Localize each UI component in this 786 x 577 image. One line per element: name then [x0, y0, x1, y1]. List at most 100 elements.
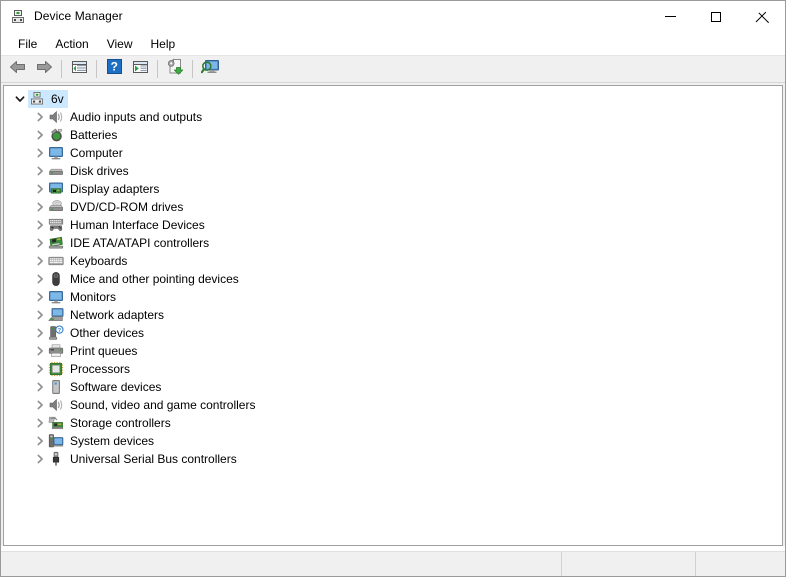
- ide-controller-icon: [48, 235, 64, 251]
- tree-item-print-queues[interactable]: Print queues: [4, 342, 782, 360]
- chevron-right-icon[interactable]: [32, 432, 48, 450]
- monitor-icon: [48, 289, 64, 305]
- scan-hardware-changes-button[interactable]: [198, 58, 222, 80]
- minimize-button[interactable]: [647, 1, 693, 32]
- mouse-icon: [48, 271, 64, 287]
- processor-chip-icon: [48, 361, 64, 377]
- tree-item-dvd-cd-rom-drives[interactable]: DVD/CD-ROM drives: [4, 198, 782, 216]
- dvd-drive-icon: [48, 199, 64, 215]
- toolbar-separator: [96, 60, 97, 78]
- maximize-button[interactable]: [693, 1, 739, 32]
- tree-root-label: 6v: [51, 92, 64, 106]
- chevron-right-icon[interactable]: [32, 108, 48, 126]
- tree-item-software-devices[interactable]: Software devices: [4, 378, 782, 396]
- chevron-right-icon[interactable]: [32, 180, 48, 198]
- status-bar: [1, 551, 785, 576]
- chevron-down-icon[interactable]: [12, 90, 28, 108]
- chevron-right-icon[interactable]: [32, 270, 48, 288]
- tree-item-processors[interactable]: Processors: [4, 360, 782, 378]
- menu-action[interactable]: Action: [46, 34, 97, 54]
- tree-item-universal-serial-bus-controllers[interactable]: Universal Serial Bus controllers: [4, 450, 782, 468]
- chevron-right-icon[interactable]: [32, 396, 48, 414]
- properties-button[interactable]: [128, 58, 152, 80]
- keyboard-icon: [48, 253, 64, 269]
- chevron-right-icon[interactable]: [32, 306, 48, 324]
- menu-file[interactable]: File: [9, 34, 46, 54]
- tree-item-batteries[interactable]: Batteries: [4, 126, 782, 144]
- device-tree[interactable]: 6v Audio inputs and outputs Batteries Co…: [3, 85, 783, 546]
- tree-item-label: Software devices: [70, 380, 162, 394]
- chevron-right-icon[interactable]: [32, 414, 48, 432]
- chevron-right-icon[interactable]: [32, 288, 48, 306]
- chevron-right-icon[interactable]: [32, 216, 48, 234]
- chevron-right-icon[interactable]: [32, 360, 48, 378]
- window-controls: [647, 1, 785, 32]
- update-driver-icon: [166, 58, 184, 80]
- tree-item-mice-and-other-pointing-devices[interactable]: Mice and other pointing devices: [4, 270, 782, 288]
- chevron-right-icon[interactable]: [32, 126, 48, 144]
- chevron-right-icon[interactable]: [32, 198, 48, 216]
- storage-controller-icon: [48, 415, 64, 431]
- show-hide-console-tree-button[interactable]: [67, 58, 91, 80]
- tree-item-label: Network adapters: [70, 308, 165, 322]
- tree-item-label: Keyboards: [70, 254, 128, 268]
- chevron-right-icon[interactable]: [32, 324, 48, 342]
- chevron-right-icon[interactable]: [32, 378, 48, 396]
- tree-item-display-adapters[interactable]: Display adapters: [4, 180, 782, 198]
- other-device-question-icon: ?: [48, 325, 64, 341]
- chevron-right-icon[interactable]: [32, 252, 48, 270]
- tree-item-label: Batteries: [70, 128, 118, 142]
- close-button[interactable]: [739, 1, 785, 32]
- forward-arrow-icon: [35, 59, 53, 80]
- tree-item-other-devices[interactable]: ? Other devices: [4, 324, 782, 342]
- title-bar: Device Manager: [1, 1, 785, 33]
- printer-icon: [48, 343, 64, 359]
- tree-item-human-interface-devices[interactable]: Human Interface Devices: [4, 216, 782, 234]
- chevron-right-icon[interactable]: [32, 234, 48, 252]
- tree-item-network-adapters[interactable]: Network adapters: [4, 306, 782, 324]
- tree-item-disk-drives[interactable]: Disk drives: [4, 162, 782, 180]
- help-question-icon: ?: [106, 59, 122, 79]
- monitor-icon: [48, 145, 64, 161]
- device-manager-window: Device Manager File Action View Help ? 6…: [0, 0, 786, 577]
- chevron-right-icon[interactable]: [32, 144, 48, 162]
- tree-item-system-devices[interactable]: System devices: [4, 432, 782, 450]
- tree-item-ide-ata-atapi-controllers[interactable]: IDE ATA/ATAPI controllers: [4, 234, 782, 252]
- tree-item-audio-inputs-and-outputs[interactable]: Audio inputs and outputs: [4, 108, 782, 126]
- tree-item-label: Human Interface Devices: [70, 218, 205, 232]
- toolbar: ?: [1, 56, 785, 83]
- tree-item-keyboards[interactable]: Keyboards: [4, 252, 782, 270]
- tree-item-monitors[interactable]: Monitors: [4, 288, 782, 306]
- hid-gamepad-icon: [48, 217, 64, 233]
- tree-item-sound-video-and-game-controllers[interactable]: Sound, video and game controllers: [4, 396, 782, 414]
- back-button[interactable]: [6, 58, 30, 80]
- tree-item-label: IDE ATA/ATAPI controllers: [70, 236, 210, 250]
- tree-root-node[interactable]: 6v: [4, 90, 782, 108]
- tree-item-storage-controllers[interactable]: Storage controllers: [4, 414, 782, 432]
- device-manager-icon: [10, 9, 26, 25]
- tree-item-label: Computer: [70, 146, 123, 160]
- tree-item-label: Disk drives: [70, 164, 129, 178]
- tree-item-computer[interactable]: Computer: [4, 144, 782, 162]
- close-icon: [757, 11, 768, 22]
- tree-item-label: Print queues: [70, 344, 138, 358]
- chevron-right-icon[interactable]: [32, 450, 48, 468]
- tree-item-label: Processors: [70, 362, 131, 376]
- chevron-right-icon[interactable]: [32, 342, 48, 360]
- chevron-right-icon[interactable]: [32, 162, 48, 180]
- menu-help[interactable]: Help: [142, 34, 185, 54]
- tree-root-selection[interactable]: 6v: [28, 90, 68, 108]
- system-device-icon: [48, 433, 64, 449]
- status-pane-secondary: [562, 552, 696, 576]
- menu-view[interactable]: View: [98, 34, 142, 54]
- usb-icon: [48, 451, 64, 467]
- tree-item-label: Mice and other pointing devices: [70, 272, 239, 286]
- update-driver-button[interactable]: [163, 58, 187, 80]
- tree-item-label: Other devices: [70, 326, 145, 340]
- speaker-icon: [48, 109, 64, 125]
- tree-item-label: Storage controllers: [70, 416, 171, 430]
- status-pane-main: [1, 552, 562, 576]
- help-button[interactable]: ?: [102, 58, 126, 80]
- forward-button[interactable]: [32, 58, 56, 80]
- console-tree-icon: [71, 59, 88, 80]
